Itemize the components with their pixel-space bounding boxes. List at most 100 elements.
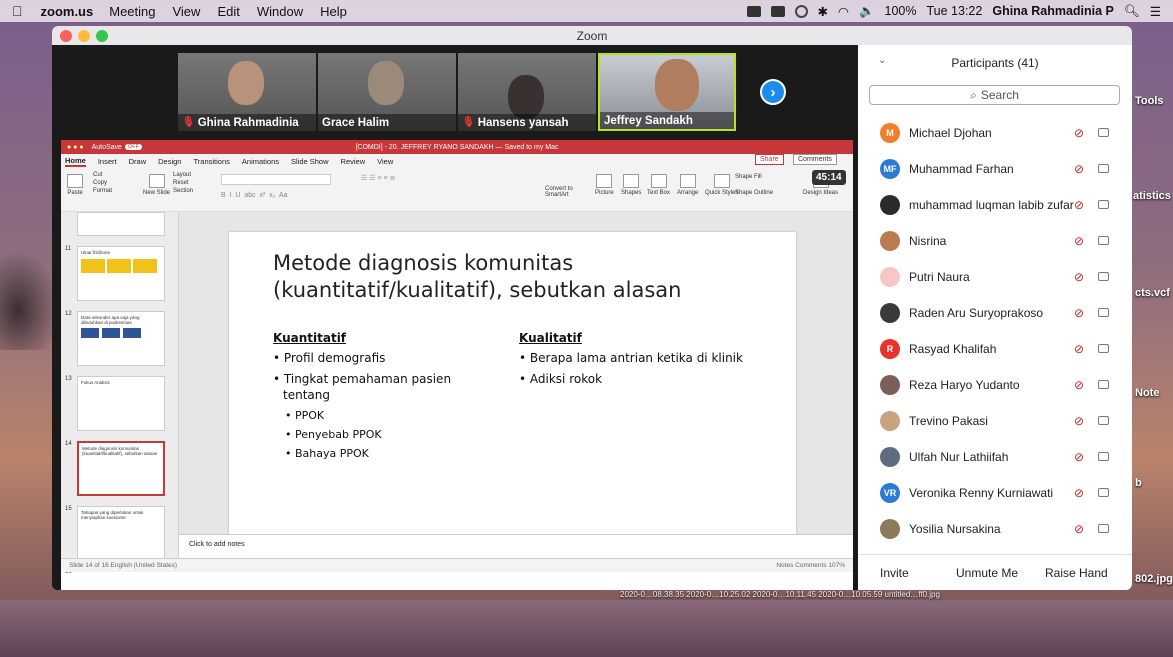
convert-smartart-button[interactable]: Convert to SmartArt xyxy=(545,186,585,198)
bluetooth-icon[interactable]: ✱ xyxy=(818,4,828,19)
tab-slideshow[interactable]: Slide Show xyxy=(291,157,329,166)
layout-button[interactable]: Layout xyxy=(173,172,191,178)
line-app-icon[interactable] xyxy=(770,5,785,17)
paragraph-buttons[interactable]: ☰ ☰ ≡ ≡ ≣ xyxy=(361,174,395,182)
muted-mic-icon: ⊘ xyxy=(1074,234,1085,248)
desktop-icon-b[interactable]: b xyxy=(1135,477,1142,489)
shape-outline-button[interactable]: Shape Outline xyxy=(735,190,773,196)
shape-fill-button[interactable]: Shape Fill xyxy=(735,174,762,180)
participant-row[interactable]: Reza Haryo Yudanto ⊘ xyxy=(858,367,1132,403)
screen-record-icon[interactable] xyxy=(746,5,761,17)
muted-mic-icon: ⊘ xyxy=(1074,450,1085,464)
slide-left-column[interactable]: Kuantitatif • Profil demografis • Tingka… xyxy=(273,330,483,465)
participant-row[interactable]: muhammad luqman labib zufar ⊘ xyxy=(858,187,1132,223)
wifi-icon[interactable]: ◠ xyxy=(838,4,849,19)
slide-thumbnail-selected[interactable]: Metode diagnosis komunitas (kuantitatif/… xyxy=(77,441,165,496)
participant-row[interactable]: M Michael Djohan ⊘ xyxy=(858,115,1132,151)
textbox-button[interactable]: Text Box xyxy=(647,174,670,196)
cut-button[interactable]: Cut xyxy=(93,172,102,178)
next-videos-button[interactable]: › xyxy=(760,79,786,105)
slide-thumbnail[interactable]: Data sekunder apa saja yang dibutuhkan d… xyxy=(77,311,165,366)
slide-thumbnail-partial[interactable] xyxy=(77,212,165,236)
view-zoom-controls[interactable]: Notes Comments 107% xyxy=(776,562,845,569)
chevron-down-icon[interactable]: ⌄ xyxy=(878,55,886,66)
slide-thumbnails-panel[interactable]: 11 Ulnar fishbone 12 Data sekunder apa s… xyxy=(61,212,179,575)
paste-button[interactable]: Paste xyxy=(67,174,83,196)
muted-mic-icon: 🎙︎ xyxy=(182,117,195,128)
quick-styles-button[interactable]: Quick Styles xyxy=(705,174,738,196)
slide-thumbnail[interactable]: Tahapan yang diperlukan untuk menyiapkan… xyxy=(77,506,165,561)
invite-button[interactable]: Invite xyxy=(880,566,909,580)
tab-review[interactable]: Review xyxy=(341,157,366,166)
tab-draw[interactable]: Draw xyxy=(129,157,147,166)
muted-mic-icon: ⊘ xyxy=(1074,306,1085,320)
desktop-icon-statistics[interactable]: atistics xyxy=(1133,190,1171,202)
desktop-icon-vcf[interactable]: cts.vcf xyxy=(1135,287,1170,299)
menu-app-name[interactable]: zoom.us xyxy=(41,4,94,19)
slide-right-column[interactable]: Kualitatif • Berapa lama antrian ketika … xyxy=(519,330,759,392)
video-tile-active-speaker[interactable]: Jeffrey Sandakh xyxy=(598,53,736,131)
copy-button[interactable]: Copy xyxy=(93,180,107,186)
raise-hand-button[interactable]: Raise Hand xyxy=(1045,566,1108,580)
tab-design[interactable]: Design xyxy=(158,157,181,166)
tab-home[interactable]: Home xyxy=(65,156,86,167)
reset-button[interactable]: Reset xyxy=(173,180,189,186)
volume-icon[interactable]: 🔈 xyxy=(859,4,875,19)
tab-insert[interactable]: Insert xyxy=(98,157,117,166)
avatar: M xyxy=(880,123,900,143)
arrange-button[interactable]: Arrange xyxy=(677,174,698,196)
font-format-buttons[interactable]: B I U abc x² x₂ Aa xyxy=(221,192,288,199)
user-name[interactable]: Ghina Rahmadinia P xyxy=(992,4,1114,18)
tab-view[interactable]: View xyxy=(377,157,393,166)
comments-button[interactable]: Comments xyxy=(793,154,837,165)
menu-view[interactable]: View xyxy=(172,4,200,19)
participant-row[interactable]: Putri Naura ⊘ xyxy=(858,259,1132,295)
notes-field[interactable]: Click to add notes xyxy=(179,534,853,558)
bullet-item: • Tingkat pemahaman pasien tentang xyxy=(273,372,452,402)
participant-row[interactable]: Yosilia Nursakina ⊘ xyxy=(858,511,1132,547)
participant-row[interactable]: Nisrina ⊘ xyxy=(858,223,1132,259)
participant-row[interactable]: Trevino Pakasi ⊘ xyxy=(858,403,1132,439)
menu-help[interactable]: Help xyxy=(320,4,347,19)
shapes-button[interactable]: Shapes xyxy=(621,174,641,196)
participant-row[interactable]: MF Muhammad Farhan ⊘ xyxy=(858,151,1132,187)
picture-button[interactable]: Picture xyxy=(595,174,614,196)
desktop-icon-jpg[interactable]: 802.jpg xyxy=(1135,573,1173,585)
participant-row[interactable]: Raden Aru Suryoprakoso ⊘ xyxy=(858,295,1132,331)
video-tile[interactable]: Grace Halim xyxy=(318,53,456,131)
video-tile[interactable]: 🎙︎ Hansens yansah xyxy=(458,53,596,131)
video-tile[interactable]: 🎙︎ Ghina Rahmadinia xyxy=(178,53,316,131)
font-family-select[interactable] xyxy=(221,174,331,185)
video-camera-icon xyxy=(1098,488,1109,497)
spotlight-icon[interactable]: 🔍︎ xyxy=(1124,4,1140,19)
shapes-icon xyxy=(623,174,640,188)
format-painter-button[interactable]: Format xyxy=(93,188,112,194)
arrange-icon xyxy=(679,174,696,188)
desktop-icon-note[interactable]: Note xyxy=(1135,387,1159,399)
participant-row[interactable]: Ulfah Nur Lathiifah ⊘ xyxy=(858,439,1132,475)
new-slide-button[interactable]: New Slide xyxy=(143,174,170,196)
slide-canvas[interactable]: Metode diagnosis komunitas (kuantitatif/… xyxy=(229,232,796,550)
menu-meeting[interactable]: Meeting xyxy=(109,4,155,19)
participants-search-input[interactable]: ⌕ Search xyxy=(869,85,1120,105)
slide-title[interactable]: Metode diagnosis komunitas (kuantitatif/… xyxy=(273,250,681,304)
apple-icon[interactable]:  xyxy=(12,3,23,19)
participant-row[interactable]: VR Veronika Renny Kurniawati ⊘ xyxy=(858,475,1132,511)
notification-center-icon[interactable]: ☰ xyxy=(1150,4,1161,19)
status-app-icon[interactable] xyxy=(794,4,808,18)
slide-thumbnail[interactable]: Fokus Analisis xyxy=(77,376,165,431)
participant-row[interactable]: R Rasyad Khalifah ⊘ xyxy=(858,331,1132,367)
menu-window[interactable]: Window xyxy=(257,4,303,19)
tab-animations[interactable]: Animations xyxy=(242,157,279,166)
section-button[interactable]: Section xyxy=(173,188,193,194)
bullet-item: • Berapa lama antrian ketika di klinik xyxy=(519,351,743,365)
desktop-wallpaper xyxy=(0,250,60,350)
menu-edit[interactable]: Edit xyxy=(217,4,239,19)
clock[interactable]: Tue 13:22 xyxy=(927,4,983,18)
tab-transitions[interactable]: Transitions xyxy=(193,157,229,166)
unmute-me-button[interactable]: Unmute Me xyxy=(956,566,1018,580)
share-button[interactable]: Share xyxy=(755,154,784,165)
desktop-icon-tools[interactable]: Tools xyxy=(1135,95,1164,107)
battery-percent[interactable]: 100% xyxy=(885,4,917,18)
slide-thumbnail[interactable]: Ulnar fishbone xyxy=(77,246,165,301)
